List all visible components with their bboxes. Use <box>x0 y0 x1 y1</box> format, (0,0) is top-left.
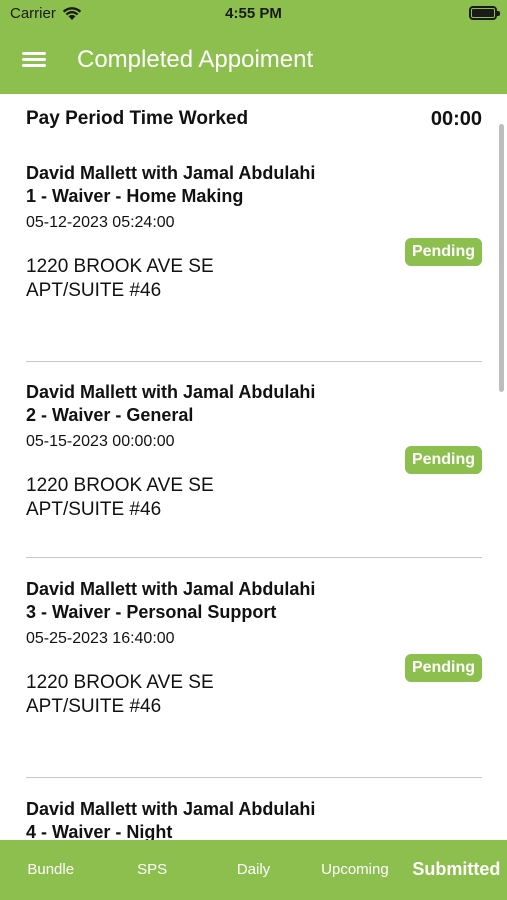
appointment-title: David Mallett with Jamal Abdulahi 2 - Wa… <box>26 382 316 425</box>
appointment-datetime: 05-25-2023 16:40:00 <box>26 630 175 647</box>
tab-submitted[interactable]: Submitted <box>406 859 507 880</box>
scrollbar[interactable] <box>499 124 504 392</box>
status-bar: Carrier 4:55 PM <box>0 0 507 28</box>
status-badge: Pending <box>405 654 482 682</box>
address-line-2: APT/SUITE #46 <box>26 280 162 301</box>
pay-period-value: 00:00 <box>430 108 482 130</box>
pay-period-row: Pay Period Time Worked 00:00 <box>26 108 482 131</box>
appointment-card[interactable]: David Mallett with Jamal Abdulahi 3 - Wa… <box>26 578 482 719</box>
bottom-tab-bar: Bundle SPS Daily Upcoming Submitted <box>0 840 507 900</box>
divider <box>26 557 482 558</box>
appointment-datetime: 05-12-2023 05:24:00 <box>26 214 175 231</box>
divider <box>26 361 482 362</box>
appointment-title: David Mallett with Jamal Abdulahi 3 - Wa… <box>26 579 316 622</box>
appointment-address: 1220 BROOK AVE SE APT/SUITE #46 <box>26 474 482 522</box>
appointment-title: David Mallett with Jamal Abdulahi 1 - Wa… <box>26 163 316 206</box>
appointment-title: David Mallett with Jamal Abdulahi 4 - Wa… <box>26 799 316 840</box>
tab-sps[interactable]: SPS <box>101 861 202 878</box>
appointment-card[interactable]: David Mallett with Jamal Abdulahi 1 - Wa… <box>26 162 482 303</box>
tab-upcoming[interactable]: Upcoming <box>304 861 405 878</box>
tab-daily[interactable]: Daily <box>203 861 304 878</box>
battery-icon <box>469 6 500 20</box>
appointment-list[interactable]: Pay Period Time Worked 00:00 David Malle… <box>0 94 507 840</box>
hamburger-menu-icon[interactable] <box>22 48 48 70</box>
clock: 4:55 PM <box>225 5 282 22</box>
address-line-1: 1220 BROOK AVE SE <box>26 475 214 496</box>
appointment-card[interactable]: David Mallett with Jamal Abdulahi 4 - Wa… <box>26 798 482 840</box>
divider <box>26 777 482 778</box>
page-title: Completed Appoiment <box>77 46 314 73</box>
appointment-card[interactable]: David Mallett with Jamal Abdulahi 2 - Wa… <box>26 381 482 522</box>
address-line-2: APT/SUITE #46 <box>26 499 162 520</box>
pay-period-label: Pay Period Time Worked <box>26 108 249 129</box>
status-badge: Pending <box>405 238 482 266</box>
app-header: Carrier 4:55 PM Completed Appoiment <box>0 0 507 94</box>
status-badge: Pending <box>405 446 482 474</box>
tab-bundle[interactable]: Bundle <box>0 861 101 878</box>
address-line-2: APT/SUITE #46 <box>26 696 162 717</box>
